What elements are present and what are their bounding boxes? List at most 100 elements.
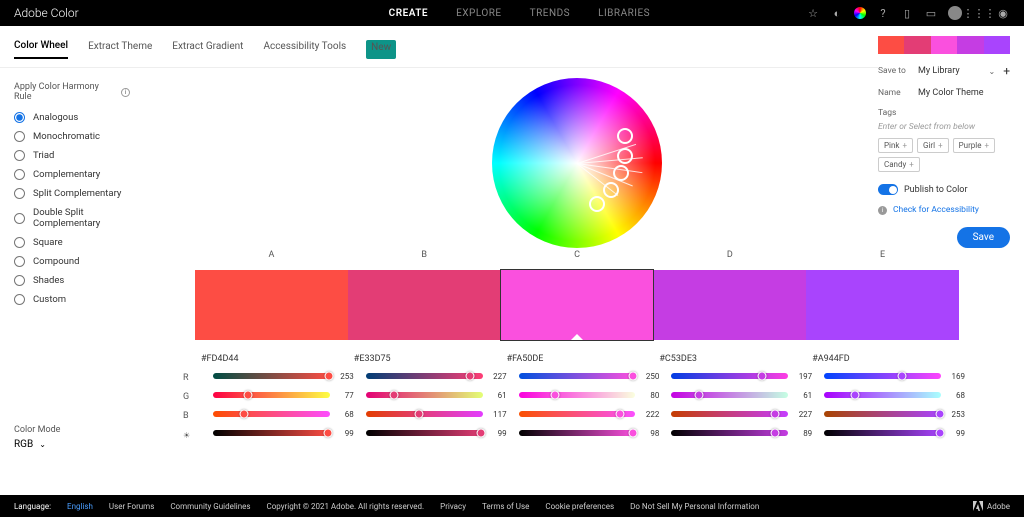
slider-value[interactable]: 98 <box>641 429 659 438</box>
swatch-A[interactable] <box>195 270 348 340</box>
footer-link[interactable]: Do Not Sell My Personal Information <box>630 502 759 511</box>
slider-track[interactable] <box>519 430 636 436</box>
slider-track[interactable] <box>366 411 483 417</box>
slider-track[interactable] <box>213 392 330 398</box>
info-icon[interactable]: i <box>121 88 130 97</box>
slider-track[interactable] <box>824 430 941 436</box>
slider-track[interactable] <box>519 392 636 398</box>
footer-link[interactable]: Community Guidelines <box>170 502 250 511</box>
slider-value[interactable]: 77 <box>336 391 354 400</box>
slider-thumb[interactable] <box>244 391 253 400</box>
slider-track[interactable] <box>366 430 483 436</box>
slider-value[interactable]: 227 <box>794 410 812 419</box>
footer-link[interactable]: Cookie preferences <box>545 502 614 511</box>
slider-thumb[interactable] <box>771 429 780 438</box>
color-wheel[interactable] <box>492 78 662 248</box>
slider-value[interactable]: 61 <box>489 391 507 400</box>
footer-link[interactable]: Privacy <box>440 502 466 511</box>
slider-thumb[interactable] <box>629 372 638 381</box>
language-select[interactable]: English <box>67 502 93 511</box>
swatch-D[interactable] <box>653 270 806 340</box>
rule-shades[interactable]: Shades <box>14 275 130 286</box>
slider-value[interactable]: 68 <box>947 391 965 400</box>
slider-thumb[interactable] <box>324 429 333 438</box>
nav-explore[interactable]: EXPLORE <box>456 8 502 19</box>
wheel-handle[interactable] <box>613 165 629 181</box>
subnav-extract-theme[interactable]: Extract Theme <box>88 41 152 58</box>
slider-track[interactable] <box>671 430 788 436</box>
rule-square[interactable]: Square <box>14 237 130 248</box>
slider-thumb[interactable] <box>771 410 780 419</box>
hex-value[interactable]: #A944FD <box>806 354 959 364</box>
check-accessibility-link[interactable]: i Check for Accessibility <box>878 205 1010 215</box>
rule-split-complementary[interactable]: Split Complementary <box>14 188 130 199</box>
wheel-handle[interactable] <box>603 182 619 198</box>
slider-thumb[interactable] <box>415 410 424 419</box>
color-icon[interactable] <box>854 7 866 19</box>
help-icon[interactable]: ? <box>876 6 890 20</box>
slider-track[interactable] <box>213 430 330 436</box>
brand-logo[interactable]: Adobe Color <box>14 6 79 20</box>
add-library-button[interactable]: + <box>1003 64 1010 78</box>
rule-complementary[interactable]: Complementary <box>14 169 130 180</box>
swatch-E[interactable] <box>806 270 959 340</box>
wheel-handle[interactable] <box>617 128 633 144</box>
slider-track[interactable] <box>671 373 788 379</box>
rule-triad[interactable]: Triad <box>14 150 130 161</box>
slider-value[interactable]: 117 <box>489 410 507 419</box>
slider-thumb[interactable] <box>477 429 486 438</box>
star-icon[interactable]: ☆ <box>806 6 820 20</box>
slider-thumb[interactable] <box>936 410 945 419</box>
tag-girl[interactable]: Girl + <box>917 138 949 153</box>
rule-double-split-complementary[interactable]: Double Split Complementary <box>14 207 130 229</box>
nav-create[interactable]: CREATE <box>389 8 428 19</box>
slider-value[interactable]: 253 <box>336 372 354 381</box>
cloud-icon[interactable]: ◉ <box>996 6 1010 20</box>
slider-value[interactable]: 169 <box>947 372 965 381</box>
slider-track[interactable] <box>824 392 941 398</box>
slider-value[interactable]: 99 <box>336 429 354 438</box>
wheel-handle[interactable] <box>617 148 633 164</box>
slider-value[interactable]: 253 <box>947 410 965 419</box>
publish-toggle[interactable] <box>878 184 898 195</box>
save-to-select[interactable]: My Library <box>918 66 980 76</box>
slider-value[interactable]: 197 <box>794 372 812 381</box>
footer-link[interactable]: User Forums <box>109 502 154 511</box>
slider-track[interactable] <box>366 392 483 398</box>
slider-thumb[interactable] <box>324 372 333 381</box>
slider-track[interactable] <box>366 373 483 379</box>
footer-link[interactable]: Terms of Use <box>482 502 529 511</box>
subnav-extract-gradient[interactable]: Extract Gradient <box>172 41 243 58</box>
slider-track[interactable] <box>213 411 330 417</box>
swatch-C[interactable] <box>501 270 654 340</box>
rule-monochromatic[interactable]: Monochromatic <box>14 131 130 142</box>
tag-pink[interactable]: Pink + <box>878 138 913 153</box>
slider-thumb[interactable] <box>616 410 625 419</box>
subnav-accessibility-tools[interactable]: Accessibility Tools <box>263 41 346 58</box>
adobe-logo[interactable]: Adobe <box>973 501 1010 511</box>
slider-value[interactable]: 227 <box>489 372 507 381</box>
slider-value[interactable]: 68 <box>336 410 354 419</box>
slider-thumb[interactable] <box>551 391 560 400</box>
tag-candy[interactable]: Candy + <box>878 157 920 172</box>
hex-value[interactable]: #C53DE3 <box>653 354 806 364</box>
slider-value[interactable]: 89 <box>794 429 812 438</box>
moon-icon[interactable]: ◐ <box>830 6 844 20</box>
slider-value[interactable]: 99 <box>947 429 965 438</box>
save-button[interactable]: Save <box>957 227 1010 248</box>
hex-value[interactable]: #E33D75 <box>348 354 501 364</box>
swatch-B[interactable] <box>348 270 501 340</box>
slider-thumb[interactable] <box>935 429 944 438</box>
nav-libraries[interactable]: LIBRARIES <box>598 8 650 19</box>
chat-icon[interactable]: ▭ <box>924 6 938 20</box>
nav-trends[interactable]: TRENDS <box>530 8 570 19</box>
slider-value[interactable]: 80 <box>641 391 659 400</box>
rule-analogous[interactable]: Analogous <box>14 112 130 123</box>
slider-value[interactable]: 99 <box>489 429 507 438</box>
slider-track[interactable] <box>213 373 330 379</box>
slider-thumb[interactable] <box>465 372 474 381</box>
hex-value[interactable]: #FD4D44 <box>195 354 348 364</box>
subnav-color-wheel[interactable]: Color Wheel <box>14 40 68 59</box>
book-icon[interactable]: ▯ <box>900 6 914 20</box>
slider-track[interactable] <box>519 411 636 417</box>
